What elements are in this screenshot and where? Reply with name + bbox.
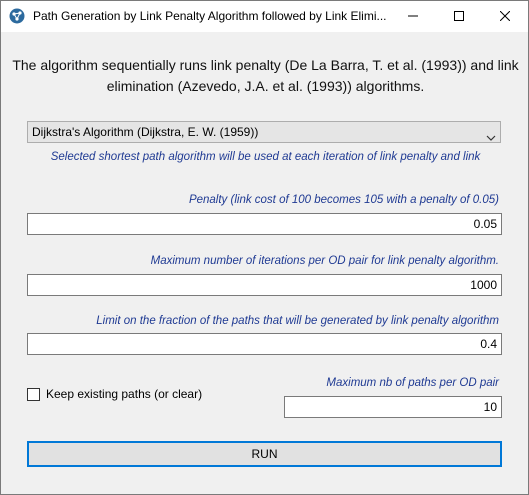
max-iterations-label: Maximum number of iterations per OD pair… (150, 255, 499, 267)
max-paths-input[interactable]: 10 (284, 396, 502, 418)
max-iterations-input[interactable]: 1000 (27, 274, 502, 296)
network-graph-icon (9, 8, 25, 24)
run-button[interactable]: RUN (27, 441, 502, 467)
max-paths-label: Maximum nb of paths per OD pair (326, 377, 499, 389)
maximize-button[interactable] (436, 1, 482, 32)
algorithm-select-value: Dijkstra's Algorithm (Dijkstra, E. W. (1… (32, 125, 259, 139)
penalty-input[interactable]: 0.05 (27, 213, 502, 235)
penalty-label: Penalty (link cost of 100 becomes 105 wi… (188, 194, 499, 206)
close-icon (499, 8, 511, 26)
keep-paths-label: Keep existing paths (or clear) (46, 387, 203, 401)
fraction-limit-input[interactable]: 0.4 (27, 333, 502, 355)
maximize-icon (454, 8, 464, 26)
title-bar[interactable]: Path Generation by Link Penalty Algorith… (1, 1, 528, 32)
algorithm-description: The algorithm sequentially runs link pen… (12, 57, 519, 94)
close-button[interactable] (482, 1, 528, 32)
minimize-button[interactable] (390, 1, 436, 32)
fraction-limit-label: Limit on the fraction of the paths that … (96, 315, 499, 327)
algorithm-select[interactable]: Dijkstra's Algorithm (Dijkstra, E. W. (1… (27, 121, 501, 143)
keep-paths-checkbox[interactable] (27, 387, 40, 401)
algorithm-select-hint: Selected shortest path algorithm will be… (50, 151, 481, 163)
dialog-window: Path Generation by Link Penalty Algorith… (0, 0, 529, 495)
window-title: Path Generation by Link Penalty Algorith… (33, 9, 387, 23)
keep-paths-checkbox-row[interactable]: Keep existing paths (or clear) (27, 387, 202, 401)
chevron-down-icon (486, 128, 496, 148)
minimize-icon (408, 8, 418, 26)
